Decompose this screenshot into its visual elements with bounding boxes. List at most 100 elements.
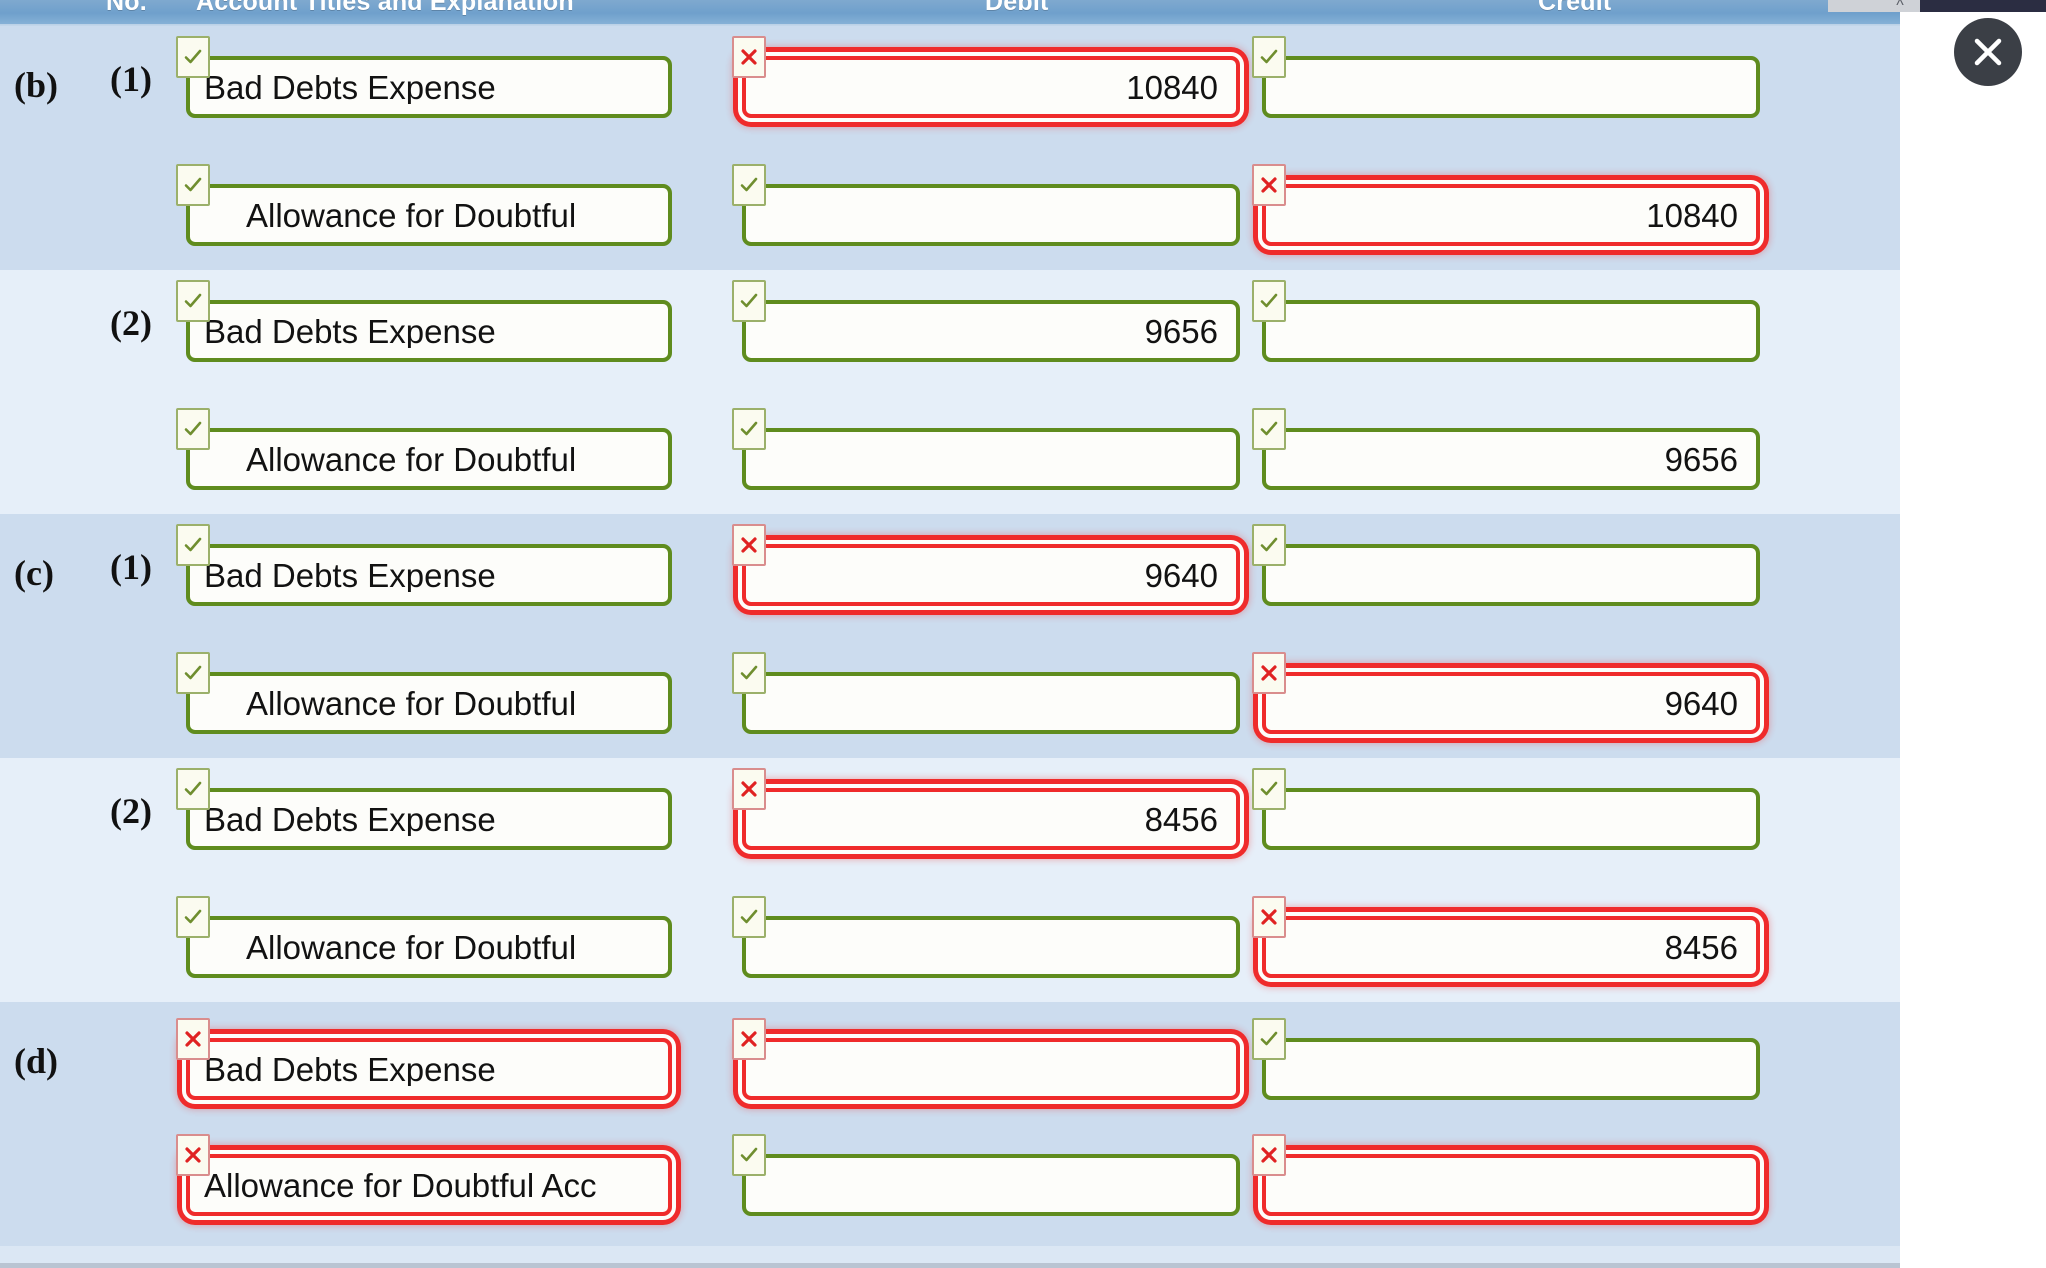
debit-value: 9656 — [1144, 314, 1218, 348]
journal-credit-field[interactable]: 10840 — [1252, 164, 1760, 246]
journal-debit-field[interactable] — [732, 1134, 1240, 1216]
input-box[interactable] — [1262, 1154, 1760, 1216]
cross-icon — [732, 524, 766, 566]
journal-entry-group: (c) (1) Bad Debts Expense 9640 Allowance for… — [0, 514, 1900, 758]
check-icon — [176, 652, 210, 694]
input-box[interactable]: 8456 — [742, 788, 1240, 850]
journal-title-field[interactable]: Allowance for Doubtful — [176, 652, 672, 734]
cross-icon — [1252, 1134, 1286, 1176]
debit-value: 9640 — [1144, 558, 1218, 592]
table-row: (b) (1) Bad Debts Expense 10840 — [0, 26, 1900, 148]
journal-debit-field[interactable]: 8456 — [732, 768, 1240, 850]
input-box[interactable]: Bad Debts Expense — [186, 1038, 672, 1100]
input-box[interactable]: Allowance for Doubtful — [186, 184, 672, 246]
row-number-label: (2) — [110, 791, 152, 831]
input-box[interactable] — [1262, 56, 1760, 118]
journal-title-field[interactable]: Bad Debts Expense — [176, 1018, 672, 1100]
browser-chrome-remnant: ^ — [1828, 0, 2046, 14]
check-icon — [1252, 280, 1286, 322]
journal-debit-field[interactable] — [732, 652, 1240, 734]
journal-title-field[interactable]: Bad Debts Expense — [176, 524, 672, 606]
check-icon — [176, 164, 210, 206]
input-box[interactable]: 9656 — [742, 300, 1240, 362]
debit-value: 8456 — [1144, 802, 1218, 836]
right-margin — [1900, 0, 2046, 1268]
row-group-label: (c) — [14, 553, 54, 593]
check-icon — [732, 408, 766, 450]
input-box[interactable] — [1262, 1038, 1760, 1100]
input-box[interactable] — [742, 184, 1240, 246]
input-box[interactable]: Bad Debts Expense — [186, 300, 672, 362]
close-button[interactable] — [1954, 18, 2022, 86]
input-box[interactable]: Bad Debts Expense — [186, 788, 672, 850]
input-box[interactable]: Allowance for Doubtful — [186, 428, 672, 490]
check-icon — [1252, 36, 1286, 78]
input-box[interactable]: Allowance for Doubtful Acc — [186, 1154, 672, 1216]
journal-title-field[interactable]: Bad Debts Expense — [176, 768, 672, 850]
screenshot-root: No. Account Titles and Explanation Debit… — [0, 0, 2046, 1268]
journal-debit-field[interactable]: 9640 — [732, 524, 1240, 606]
title-value: Bad Debts Expense — [204, 70, 496, 104]
journal-entry-group: (2) Bad Debts Expense 9656 Allowance for Do… — [0, 270, 1900, 514]
journal-credit-field[interactable] — [1252, 36, 1760, 118]
input-box[interactable]: Allowance for Doubtful — [186, 916, 672, 978]
input-box[interactable]: 10840 — [1262, 184, 1760, 246]
row-number-label: (1) — [110, 547, 152, 587]
input-box[interactable]: 8456 — [1262, 916, 1760, 978]
journal-title-field[interactable]: Allowance for Doubtful — [176, 408, 672, 490]
journal-debit-field[interactable] — [732, 164, 1240, 246]
journal-debit-field[interactable] — [732, 408, 1240, 490]
journal-title-field[interactable]: Allowance for Doubtful — [176, 896, 672, 978]
column-header-debit: Debit — [985, 0, 1049, 16]
debit-value: 10840 — [1126, 70, 1218, 104]
input-box[interactable] — [742, 916, 1240, 978]
check-icon — [1252, 1018, 1286, 1060]
journal-credit-field[interactable]: 9640 — [1252, 652, 1760, 734]
journal-credit-field[interactable] — [1252, 1018, 1760, 1100]
row-group-label: (b) — [14, 65, 58, 105]
input-box[interactable]: Allowance for Doubtful — [186, 672, 672, 734]
journal-credit-field[interactable] — [1252, 524, 1760, 606]
journal-title-field[interactable]: Allowance for Doubtful Acc — [176, 1134, 672, 1216]
input-box[interactable] — [742, 1038, 1240, 1100]
table-header-row: No. Account Titles and Explanation Debit… — [0, 0, 1900, 24]
journal-debit-field[interactable] — [732, 896, 1240, 978]
check-icon — [1252, 768, 1286, 810]
journal-debit-field[interactable] — [732, 1018, 1240, 1100]
check-icon — [732, 896, 766, 938]
journal-debit-field[interactable]: 10840 — [732, 36, 1240, 118]
input-box[interactable] — [1262, 300, 1760, 362]
journal-credit-field[interactable]: 9656 — [1252, 408, 1760, 490]
journal-credit-field[interactable] — [1252, 768, 1760, 850]
cross-icon — [732, 36, 766, 78]
input-box[interactable]: 9656 — [1262, 428, 1760, 490]
input-box[interactable] — [1262, 788, 1760, 850]
input-box[interactable]: 10840 — [742, 56, 1240, 118]
check-icon — [176, 768, 210, 810]
journal-credit-field[interactable]: 8456 — [1252, 896, 1760, 978]
input-box[interactable]: 9640 — [742, 544, 1240, 606]
input-box[interactable]: 9640 — [1262, 672, 1760, 734]
journal-title-field[interactable]: Bad Debts Expense — [176, 280, 672, 362]
journal-credit-field[interactable] — [1252, 280, 1760, 362]
input-box[interactable] — [742, 672, 1240, 734]
journal-debit-field[interactable]: 9656 — [732, 280, 1240, 362]
table-row: (c) (1) Bad Debts Expense 9640 — [0, 514, 1900, 636]
journal-title-field[interactable]: Allowance for Doubtful — [176, 164, 672, 246]
check-icon — [732, 652, 766, 694]
input-box[interactable]: Bad Debts Expense — [186, 56, 672, 118]
journal-credit-field[interactable] — [1252, 1134, 1760, 1216]
credit-value: 10840 — [1646, 198, 1738, 232]
journal-entry-group: (d) Bad Debts Expense Allowance for Doubtf… — [0, 1002, 1900, 1246]
input-box[interactable] — [742, 1154, 1240, 1216]
input-box[interactable] — [742, 428, 1240, 490]
input-box[interactable]: Bad Debts Expense — [186, 544, 672, 606]
table-row: (2) Bad Debts Expense 8456 — [0, 758, 1900, 880]
title-value: Bad Debts Expense — [204, 558, 496, 592]
journal-rows: (b) (1) Bad Debts Expense 10840 Allowance fo… — [0, 26, 1900, 1246]
check-icon — [176, 896, 210, 938]
journal-title-field[interactable]: Bad Debts Expense — [176, 36, 672, 118]
journal-entry-group: (b) (1) Bad Debts Expense 10840 Allowance fo… — [0, 26, 1900, 270]
title-value: Allowance for Doubtful — [246, 686, 577, 720]
input-box[interactable] — [1262, 544, 1760, 606]
